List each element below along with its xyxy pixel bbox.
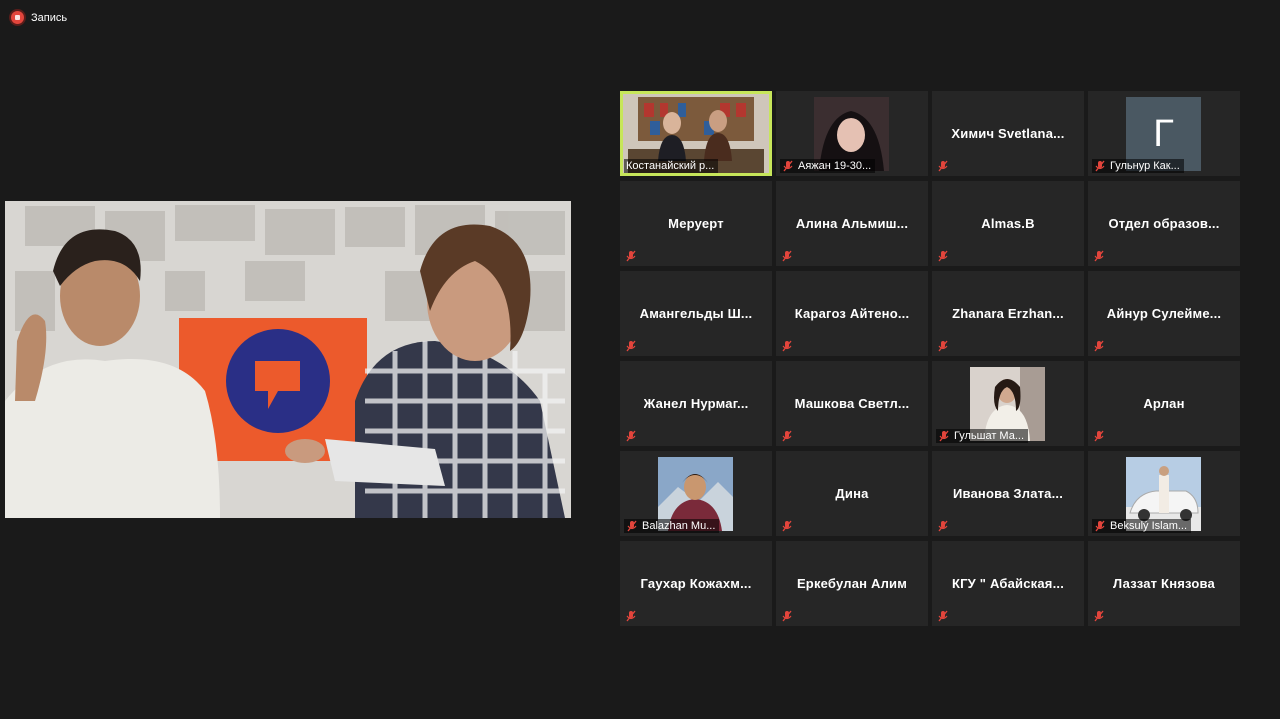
- participant-tile[interactable]: Отдел образов...: [1088, 181, 1240, 266]
- participant-tile[interactable]: Дина: [776, 451, 928, 536]
- participant-tile[interactable]: Almas.B: [932, 181, 1084, 266]
- participant-name: Отдел образов...: [1108, 216, 1220, 231]
- recording-label: Запись: [31, 11, 68, 24]
- participant-name: Almas.B: [981, 216, 1035, 231]
- recording-indicator[interactable]: Запись: [11, 11, 67, 24]
- participant-name: Арлан: [1143, 396, 1185, 411]
- participant-name: Гаухар Кожахм...: [640, 576, 752, 591]
- participant-tile[interactable]: Меруерт: [620, 181, 772, 266]
- participant-name: Костанайский р...: [626, 160, 715, 172]
- muted-mic-icon: [1095, 520, 1105, 532]
- muted-mic-icon: [938, 250, 948, 262]
- participant-name-tag: Костанайский р...: [624, 159, 719, 173]
- participant-tile[interactable]: Аяжан 19-30...: [776, 91, 928, 176]
- participant-tile[interactable]: КГУ " Абайская...: [932, 541, 1084, 626]
- record-icon: [11, 11, 24, 24]
- participant-name: Меруерт: [668, 216, 724, 231]
- participant-tile[interactable]: Zhanara Erzhan...: [932, 271, 1084, 356]
- participant-name-tag: Аяжан 19-30...: [780, 159, 876, 173]
- participant-tile[interactable]: Айнур Сулейме...: [1088, 271, 1240, 356]
- muted-mic-icon: [783, 160, 793, 172]
- participant-name: Айнур Сулейме...: [1106, 306, 1222, 321]
- participant-name: Иванова Злата...: [952, 486, 1064, 501]
- muted-mic-icon: [1095, 160, 1105, 172]
- participant-name: Лаззат Князова: [1113, 576, 1215, 591]
- muted-mic-icon: [939, 430, 949, 442]
- participant-tile[interactable]: Beksulý Islam...: [1088, 451, 1240, 536]
- participant-name: Гульшат Ма...: [954, 430, 1024, 442]
- participant-name: Zhanara Erzhan...: [952, 306, 1064, 321]
- participant-gallery: Костанайский р... Аяжан 19-30... Химич S…: [620, 91, 1240, 626]
- participant-tile[interactable]: Амангельды Ш...: [620, 271, 772, 356]
- muted-mic-icon: [626, 340, 636, 352]
- active-speaker-video[interactable]: [5, 201, 571, 518]
- participant-name: Карагоз Айтено...: [794, 306, 910, 321]
- participant-tile[interactable]: Машкова Светл...: [776, 361, 928, 446]
- participant-name: Жанел Нурмаг...: [643, 396, 749, 411]
- participant-tile[interactable]: Г Гульнур Как...: [1088, 91, 1240, 176]
- participant-name: КГУ " Абайская...: [951, 576, 1065, 591]
- participant-tile[interactable]: Гульшат Ма...: [932, 361, 1084, 446]
- muted-mic-icon: [938, 160, 948, 172]
- participant-name: Химич Svetlana...: [951, 126, 1065, 141]
- participant-tile[interactable]: Алина Альмиш...: [776, 181, 928, 266]
- participant-name-tag: Beksulý Islam...: [1092, 519, 1192, 533]
- participant-tile[interactable]: Химич Svetlana...: [932, 91, 1084, 176]
- muted-mic-icon: [938, 340, 948, 352]
- speaker-video-frame: [5, 201, 571, 518]
- muted-mic-icon: [626, 430, 636, 442]
- muted-mic-icon: [782, 520, 792, 532]
- muted-mic-icon: [1094, 430, 1104, 442]
- muted-mic-icon: [1094, 340, 1104, 352]
- participant-name: Амангельды Ш...: [639, 306, 753, 321]
- participant-tile[interactable]: Balazhan Mu...: [620, 451, 772, 536]
- participant-name: Дина: [835, 486, 869, 501]
- muted-mic-icon: [782, 430, 792, 442]
- participant-name: Аяжан 19-30...: [798, 160, 872, 172]
- muted-mic-icon: [782, 250, 792, 262]
- participant-name: Еркебулан Алим: [796, 576, 908, 591]
- participant-tile[interactable]: Еркебулан Алим: [776, 541, 928, 626]
- muted-mic-icon: [782, 610, 792, 622]
- muted-mic-icon: [782, 340, 792, 352]
- participant-tile[interactable]: Лаззат Князова: [1088, 541, 1240, 626]
- participant-tile[interactable]: Гаухар Кожахм...: [620, 541, 772, 626]
- participant-name: Beksulý Islam...: [1110, 520, 1188, 532]
- participant-name: Balazhan Mu...: [642, 520, 716, 532]
- muted-mic-icon: [627, 520, 637, 532]
- muted-mic-icon: [626, 610, 636, 622]
- muted-mic-icon: [626, 250, 636, 262]
- participant-name: Алина Альмиш...: [795, 216, 909, 231]
- participant-tile[interactable]: Иванова Злата...: [932, 451, 1084, 536]
- participant-name-tag: Balazhan Mu...: [624, 519, 720, 533]
- participant-name: Гульнур Как...: [1110, 160, 1180, 172]
- participant-tile[interactable]: Карагоз Айтено...: [776, 271, 928, 356]
- muted-mic-icon: [1094, 250, 1104, 262]
- participant-tile[interactable]: Костанайский р...: [620, 91, 772, 176]
- participant-name: Машкова Светл...: [794, 396, 910, 411]
- participant-tile[interactable]: Арлан: [1088, 361, 1240, 446]
- participant-name-tag: Гульшат Ма...: [936, 429, 1028, 443]
- participant-name-tag: Гульнур Как...: [1092, 159, 1184, 173]
- participant-tile[interactable]: Жанел Нурмаг...: [620, 361, 772, 446]
- muted-mic-icon: [1094, 610, 1104, 622]
- muted-mic-icon: [938, 610, 948, 622]
- muted-mic-icon: [938, 520, 948, 532]
